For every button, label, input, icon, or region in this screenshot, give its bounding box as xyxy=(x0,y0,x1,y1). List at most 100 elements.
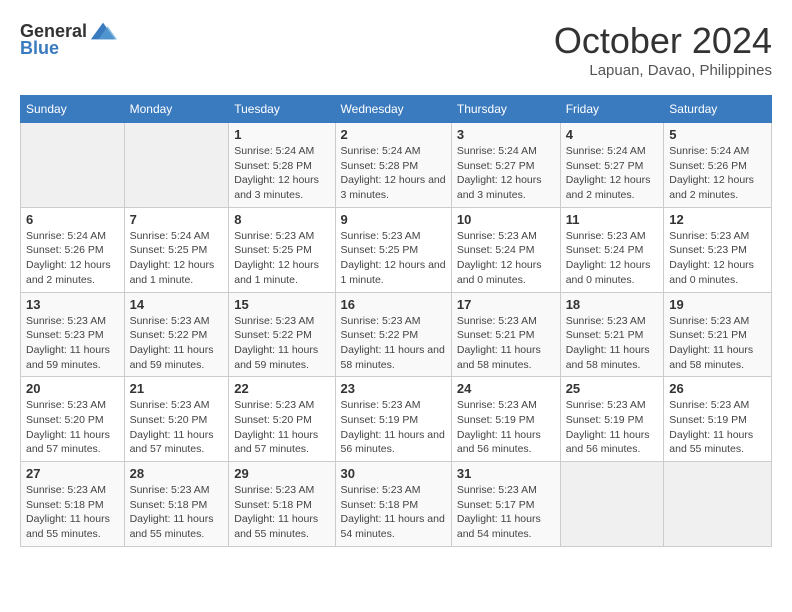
day-number: 14 xyxy=(130,297,224,312)
cell-info: Sunrise: 5:23 AM Sunset: 5:18 PM Dayligh… xyxy=(234,483,329,542)
day-number: 22 xyxy=(234,381,329,396)
week-row-1: 1 Sunrise: 5:24 AM Sunset: 5:28 PM Daylig… xyxy=(21,123,772,208)
column-header-friday: Friday xyxy=(560,96,664,123)
day-number: 11 xyxy=(566,212,659,227)
calendar-cell: 29 Sunrise: 5:23 AM Sunset: 5:18 PM Dayli… xyxy=(229,462,335,547)
cell-info: Sunrise: 5:23 AM Sunset: 5:24 PM Dayligh… xyxy=(566,229,659,288)
column-header-wednesday: Wednesday xyxy=(335,96,451,123)
cell-info: Sunrise: 5:23 AM Sunset: 5:24 PM Dayligh… xyxy=(457,229,555,288)
cell-info: Sunrise: 5:23 AM Sunset: 5:23 PM Dayligh… xyxy=(26,314,119,373)
day-number: 8 xyxy=(234,212,329,227)
cell-info: Sunrise: 5:23 AM Sunset: 5:25 PM Dayligh… xyxy=(341,229,446,288)
calendar-cell: 26 Sunrise: 5:23 AM Sunset: 5:19 PM Dayli… xyxy=(664,377,772,462)
week-row-3: 13 Sunrise: 5:23 AM Sunset: 5:23 PM Dayli… xyxy=(21,292,772,377)
calendar-cell: 21 Sunrise: 5:23 AM Sunset: 5:20 PM Dayli… xyxy=(124,377,229,462)
day-number: 2 xyxy=(341,127,446,142)
cell-info: Sunrise: 5:24 AM Sunset: 5:26 PM Dayligh… xyxy=(669,144,766,203)
cell-info: Sunrise: 5:24 AM Sunset: 5:27 PM Dayligh… xyxy=(457,144,555,203)
calendar-cell xyxy=(664,462,772,547)
cell-info: Sunrise: 5:23 AM Sunset: 5:21 PM Dayligh… xyxy=(669,314,766,373)
month-title: October 2024 xyxy=(554,20,772,62)
calendar-cell: 6 Sunrise: 5:24 AM Sunset: 5:26 PM Daylig… xyxy=(21,207,125,292)
cell-info: Sunrise: 5:23 AM Sunset: 5:18 PM Dayligh… xyxy=(130,483,224,542)
calendar-cell: 15 Sunrise: 5:23 AM Sunset: 5:22 PM Dayli… xyxy=(229,292,335,377)
cell-info: Sunrise: 5:23 AM Sunset: 5:25 PM Dayligh… xyxy=(234,229,329,288)
cell-info: Sunrise: 5:23 AM Sunset: 5:22 PM Dayligh… xyxy=(130,314,224,373)
column-header-tuesday: Tuesday xyxy=(229,96,335,123)
cell-info: Sunrise: 5:23 AM Sunset: 5:19 PM Dayligh… xyxy=(341,398,446,457)
calendar-cell xyxy=(124,123,229,208)
cell-info: Sunrise: 5:23 AM Sunset: 5:18 PM Dayligh… xyxy=(26,483,119,542)
week-row-5: 27Sunrise: 5:23 AM Sunset: 5:18 PM Dayli… xyxy=(21,462,772,547)
week-row-4: 20 Sunrise: 5:23 AM Sunset: 5:20 PM Dayli… xyxy=(21,377,772,462)
calendar-cell: 16Sunrise: 5:23 AM Sunset: 5:22 PM Dayli… xyxy=(335,292,451,377)
calendar-cell: 4Sunrise: 5:24 AM Sunset: 5:27 PM Daylig… xyxy=(560,123,664,208)
logo-blue: Blue xyxy=(20,38,59,59)
day-number: 29 xyxy=(234,466,329,481)
day-number: 28 xyxy=(130,466,224,481)
cell-info: Sunrise: 5:23 AM Sunset: 5:23 PM Dayligh… xyxy=(669,229,766,288)
calendar-cell: 13 Sunrise: 5:23 AM Sunset: 5:23 PM Dayli… xyxy=(21,292,125,377)
calendar-table: SundayMondayTuesdayWednesdayThursdayFrid… xyxy=(20,95,772,547)
cell-info: Sunrise: 5:23 AM Sunset: 5:19 PM Dayligh… xyxy=(457,398,555,457)
calendar-cell: 12 Sunrise: 5:23 AM Sunset: 5:23 PM Dayli… xyxy=(664,207,772,292)
cell-info: Sunrise: 5:23 AM Sunset: 5:20 PM Dayligh… xyxy=(234,398,329,457)
column-header-saturday: Saturday xyxy=(664,96,772,123)
cell-info: Sunrise: 5:24 AM Sunset: 5:26 PM Dayligh… xyxy=(26,229,119,288)
column-header-monday: Monday xyxy=(124,96,229,123)
cell-info: Sunrise: 5:23 AM Sunset: 5:21 PM Dayligh… xyxy=(566,314,659,373)
day-number: 30 xyxy=(341,466,446,481)
calendar-cell xyxy=(560,462,664,547)
day-number: 10 xyxy=(457,212,555,227)
cell-info: Sunrise: 5:23 AM Sunset: 5:17 PM Dayligh… xyxy=(457,483,555,542)
day-number: 13 xyxy=(26,297,119,312)
day-number: 18 xyxy=(566,297,659,312)
logo-icon xyxy=(89,20,117,42)
calendar-cell: 18 Sunrise: 5:23 AM Sunset: 5:21 PM Dayli… xyxy=(560,292,664,377)
calendar-cell: 9 Sunrise: 5:23 AM Sunset: 5:25 PM Daylig… xyxy=(335,207,451,292)
calendar-cell: 7Sunrise: 5:24 AM Sunset: 5:25 PM Daylig… xyxy=(124,207,229,292)
logo: General Blue xyxy=(20,20,117,59)
calendar-cell: 8 Sunrise: 5:23 AM Sunset: 5:25 PM Daylig… xyxy=(229,207,335,292)
calendar-cell: 14 Sunrise: 5:23 AM Sunset: 5:22 PM Dayli… xyxy=(124,292,229,377)
calendar-cell: 28 Sunrise: 5:23 AM Sunset: 5:18 PM Dayli… xyxy=(124,462,229,547)
calendar-cell: 31 Sunrise: 5:23 AM Sunset: 5:17 PM Dayli… xyxy=(451,462,560,547)
calendar-cell: 10 Sunrise: 5:23 AM Sunset: 5:24 PM Dayli… xyxy=(451,207,560,292)
day-number: 15 xyxy=(234,297,329,312)
day-number: 3 xyxy=(457,127,555,142)
cell-info: Sunrise: 5:23 AM Sunset: 5:20 PM Dayligh… xyxy=(130,398,224,457)
day-number: 20 xyxy=(26,381,119,396)
cell-info: Sunrise: 5:23 AM Sunset: 5:22 PM Dayligh… xyxy=(234,314,329,373)
calendar-cell xyxy=(21,123,125,208)
day-number: 23 xyxy=(341,381,446,396)
calendar-cell: 5Sunrise: 5:24 AM Sunset: 5:26 PM Daylig… xyxy=(664,123,772,208)
day-number: 6 xyxy=(26,212,119,227)
calendar-header-row: SundayMondayTuesdayWednesdayThursdayFrid… xyxy=(21,96,772,123)
calendar-cell: 22 Sunrise: 5:23 AM Sunset: 5:20 PM Dayli… xyxy=(229,377,335,462)
title-section: October 2024 Lapuan, Davao, Philippines xyxy=(554,20,772,79)
week-row-2: 6 Sunrise: 5:24 AM Sunset: 5:26 PM Daylig… xyxy=(21,207,772,292)
day-number: 4 xyxy=(566,127,659,142)
cell-info: Sunrise: 5:23 AM Sunset: 5:19 PM Dayligh… xyxy=(669,398,766,457)
day-number: 12 xyxy=(669,212,766,227)
calendar-cell: 24 Sunrise: 5:23 AM Sunset: 5:19 PM Dayli… xyxy=(451,377,560,462)
calendar-cell: 23 Sunrise: 5:23 AM Sunset: 5:19 PM Dayli… xyxy=(335,377,451,462)
day-number: 16 xyxy=(341,297,446,312)
calendar-cell: 17Sunrise: 5:23 AM Sunset: 5:21 PM Dayli… xyxy=(451,292,560,377)
day-number: 1 xyxy=(234,127,329,142)
day-number: 26 xyxy=(669,381,766,396)
calendar-cell: 27Sunrise: 5:23 AM Sunset: 5:18 PM Dayli… xyxy=(21,462,125,547)
location-title: Lapuan, Davao, Philippines xyxy=(554,62,772,79)
day-number: 31 xyxy=(457,466,555,481)
cell-info: Sunrise: 5:24 AM Sunset: 5:25 PM Dayligh… xyxy=(130,229,224,288)
cell-info: Sunrise: 5:23 AM Sunset: 5:19 PM Dayligh… xyxy=(566,398,659,457)
day-number: 24 xyxy=(457,381,555,396)
calendar-cell: 11 Sunrise: 5:23 AM Sunset: 5:24 PM Dayli… xyxy=(560,207,664,292)
day-number: 21 xyxy=(130,381,224,396)
cell-info: Sunrise: 5:24 AM Sunset: 5:28 PM Dayligh… xyxy=(341,144,446,203)
cell-info: Sunrise: 5:23 AM Sunset: 5:21 PM Dayligh… xyxy=(457,314,555,373)
day-number: 9 xyxy=(341,212,446,227)
cell-info: Sunrise: 5:24 AM Sunset: 5:28 PM Dayligh… xyxy=(234,144,329,203)
cell-info: Sunrise: 5:23 AM Sunset: 5:20 PM Dayligh… xyxy=(26,398,119,457)
cell-info: Sunrise: 5:23 AM Sunset: 5:18 PM Dayligh… xyxy=(341,483,446,542)
